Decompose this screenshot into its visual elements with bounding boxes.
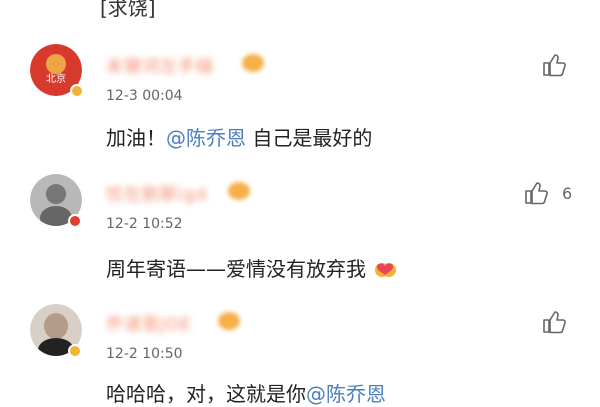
comment-time: 12-2 10:50 (106, 346, 183, 362)
thumbs-up-icon (543, 311, 566, 334)
user-level-badge-icon (228, 182, 250, 200)
username[interactable]: 乔请恩JOE (106, 310, 192, 335)
comment-text: 哈哈哈，对，这就是你@陈乔恩 (106, 378, 386, 407)
like-count: 6 (562, 184, 573, 203)
comment-text: 加油！@陈乔恩 自己是最好的 (106, 122, 372, 151)
like-button[interactable] (541, 309, 567, 335)
mention-link[interactable]: @陈乔恩 (166, 126, 246, 150)
username[interactable]: 忧在剧那igd (106, 180, 207, 205)
comment-text-prefix: 加油！ (106, 126, 166, 150)
heart-emoji-icon (374, 257, 397, 279)
comment-time: 12-3 00:04 (106, 88, 183, 104)
verified-badge-icon (68, 344, 82, 358)
comment-text-suffix: 自己是最好的 (246, 126, 373, 150)
thumbs-up-icon (525, 182, 548, 205)
comment-text-prefix: 周年寄语——爱情没有放弃我 (106, 257, 366, 281)
thumbs-up-icon (543, 54, 566, 77)
verified-badge-icon (68, 214, 82, 228)
like-button[interactable] (523, 180, 549, 206)
user-level-badge-icon (218, 312, 240, 330)
username[interactable]: 未键词左手缝 (106, 52, 214, 77)
mention-link[interactable]: @陈乔恩 (306, 382, 386, 406)
comment-time: 12-2 10:52 (106, 216, 183, 232)
like-button[interactable] (541, 52, 567, 78)
verified-badge-icon (70, 84, 84, 98)
comment-text-prefix: 哈哈哈，对，这就是你 (106, 382, 306, 406)
top-text: [求饶] (100, 0, 156, 20)
svg-text:北京: 北京 (46, 72, 66, 85)
user-level-badge-icon (242, 54, 264, 72)
comment-text: 周年寄语——爱情没有放弃我 (106, 253, 397, 282)
